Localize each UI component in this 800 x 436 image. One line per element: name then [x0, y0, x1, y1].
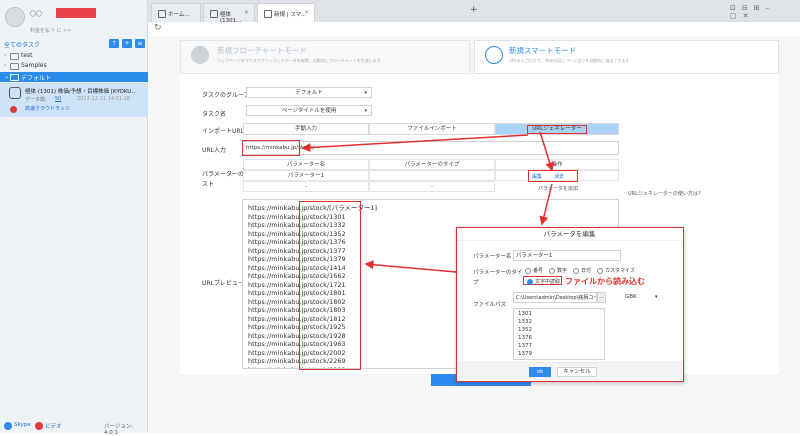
modal-ptype-label-2: プ [473, 280, 479, 286]
arrow-modal [539, 183, 553, 226]
modal-title: パラメータを編集 [457, 228, 682, 241]
radio-number[interactable]: 番号 [525, 267, 543, 274]
file-value-item: 1352 [518, 327, 532, 333]
file-values-list: 1301 1332 1352 1376 1377 13791414 [518, 310, 532, 359]
modal-ptype-label: パラメーターのタイ [473, 270, 523, 276]
param-name-input[interactable]: パラメーター1 [513, 250, 621, 261]
edit-parameter-modal: パラメータを編集 パラメーター名 パラメーター1 パラメーターのタイ プ 番号 … [456, 227, 684, 382]
caret-down-icon[interactable]: ▾ [655, 294, 658, 300]
read-from-file-annotation: ファイルから読み込む [565, 277, 645, 286]
file-value-item: 1414 [518, 358, 532, 359]
arrow-op [539, 131, 555, 172]
file-values-box[interactable]: 1301 1332 1352 1376 1377 13791414 [513, 308, 605, 360]
file-path-input[interactable]: C:\Users\admin\Desktop\銘柄コード [513, 292, 597, 303]
modal-footer: ok キャンセル [457, 362, 682, 380]
file-value-item: 1377 [518, 343, 532, 349]
radio-date[interactable]: 日付 [573, 267, 591, 274]
radio-file[interactable]: 文字中読取 [527, 278, 560, 285]
file-value-item: 1301 [518, 311, 532, 317]
arrow-preview [364, 260, 457, 273]
file-value-item: 1376 [518, 335, 532, 341]
encoding-select[interactable]: GBK [625, 294, 637, 300]
file-value-item: 1379 [518, 351, 532, 357]
radio-custom[interactable]: カスタマイズ [597, 267, 635, 274]
modal-path-label: ファイルパス [473, 302, 507, 308]
arrow-url-input [301, 134, 529, 153]
browse-button[interactable]: ... [597, 292, 606, 303]
radio-digit[interactable]: 数字 [549, 267, 567, 274]
modal-pname-label: パラメーター名 [473, 254, 512, 260]
ok-button[interactable]: ok [529, 367, 551, 377]
cancel-button[interactable]: キャンセル [557, 367, 597, 377]
file-value-item: 1332 [518, 319, 532, 325]
